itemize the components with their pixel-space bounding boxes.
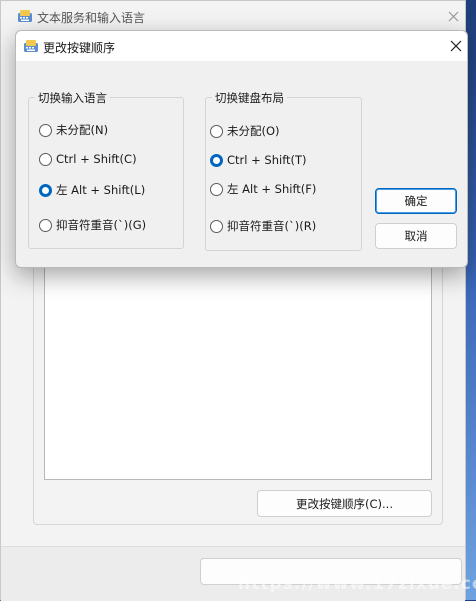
radio-left-alt-shift[interactable]: 左 Alt + Shift(F) (210, 181, 316, 197)
window-title: 文本服务和输入语言 (37, 11, 146, 25)
group-title: 切换键盘布局 (212, 90, 287, 106)
radio-label: 未分配(N) (56, 123, 109, 137)
window-titlebar[interactable]: 文本服务和输入语言 (1, 1, 465, 31)
radio-not-assigned[interactable]: 未分配(N) (39, 122, 108, 138)
change-key-sequence-dialog: 更改按键顺序 切换输入语言 未分配(N) Ctrl + Shift(C) 左 A… (15, 30, 468, 268)
close-icon[interactable] (444, 35, 468, 57)
radio-button-icon (39, 218, 52, 232)
radio-ctrl-shift[interactable]: Ctrl + Shift(C) (39, 152, 137, 166)
radio-button-icon (210, 219, 223, 233)
radio-button-icon (210, 124, 223, 138)
change-key-sequence-button[interactable]: 更改按键顺序(C)... (257, 490, 432, 517)
radio-label: 左 Alt + Shift(L) (56, 183, 146, 197)
radio-label: Ctrl + Shift(C) (56, 152, 137, 166)
radio-left-alt-shift[interactable]: 左 Alt + Shift(L) (39, 182, 145, 198)
cancel-button[interactable]: 取消 (375, 223, 457, 249)
watermark-text: https://www.17zixue.cc (238, 574, 476, 594)
radio-button-icon (39, 152, 52, 166)
group-title: 切换输入语言 (35, 90, 110, 106)
radio-label: 抑音符重音(`)(R) (227, 219, 317, 233)
dialog-title: 更改按键顺序 (43, 41, 116, 55)
radio-not-assigned[interactable]: 未分配(O) (210, 123, 280, 139)
close-icon[interactable] (441, 5, 465, 27)
radio-button-selected-icon (39, 183, 52, 197)
radio-ctrl-shift[interactable]: Ctrl + Shift(T) (210, 153, 307, 167)
keyboard-layout-group: 切换键盘布局 未分配(O) Ctrl + Shift(T) 左 Alt + Sh… (205, 90, 362, 251)
ok-button[interactable]: 确定 (375, 188, 457, 214)
radio-label: 未分配(O) (227, 124, 280, 138)
radio-label: 左 Alt + Shift(F) (227, 182, 317, 196)
radio-grave-accent[interactable]: 抑音符重音(`)(R) (210, 218, 316, 234)
keyboard-app-icon (17, 8, 33, 24)
keyboard-app-icon (23, 38, 39, 54)
dialog-titlebar[interactable]: 更改按键顺序 (16, 31, 467, 61)
installed-services-list[interactable] (44, 246, 432, 480)
input-language-group: 切换输入语言 未分配(N) Ctrl + Shift(C) 左 Alt + Sh… (28, 90, 184, 249)
radio-label: 抑音符重音(`)(G) (56, 218, 147, 232)
radio-button-icon (39, 123, 52, 137)
radio-button-selected-icon (210, 153, 223, 167)
radio-label: Ctrl + Shift(T) (227, 153, 307, 167)
radio-grave-accent[interactable]: 抑音符重音(`)(G) (39, 217, 146, 233)
radio-button-icon (210, 182, 223, 196)
